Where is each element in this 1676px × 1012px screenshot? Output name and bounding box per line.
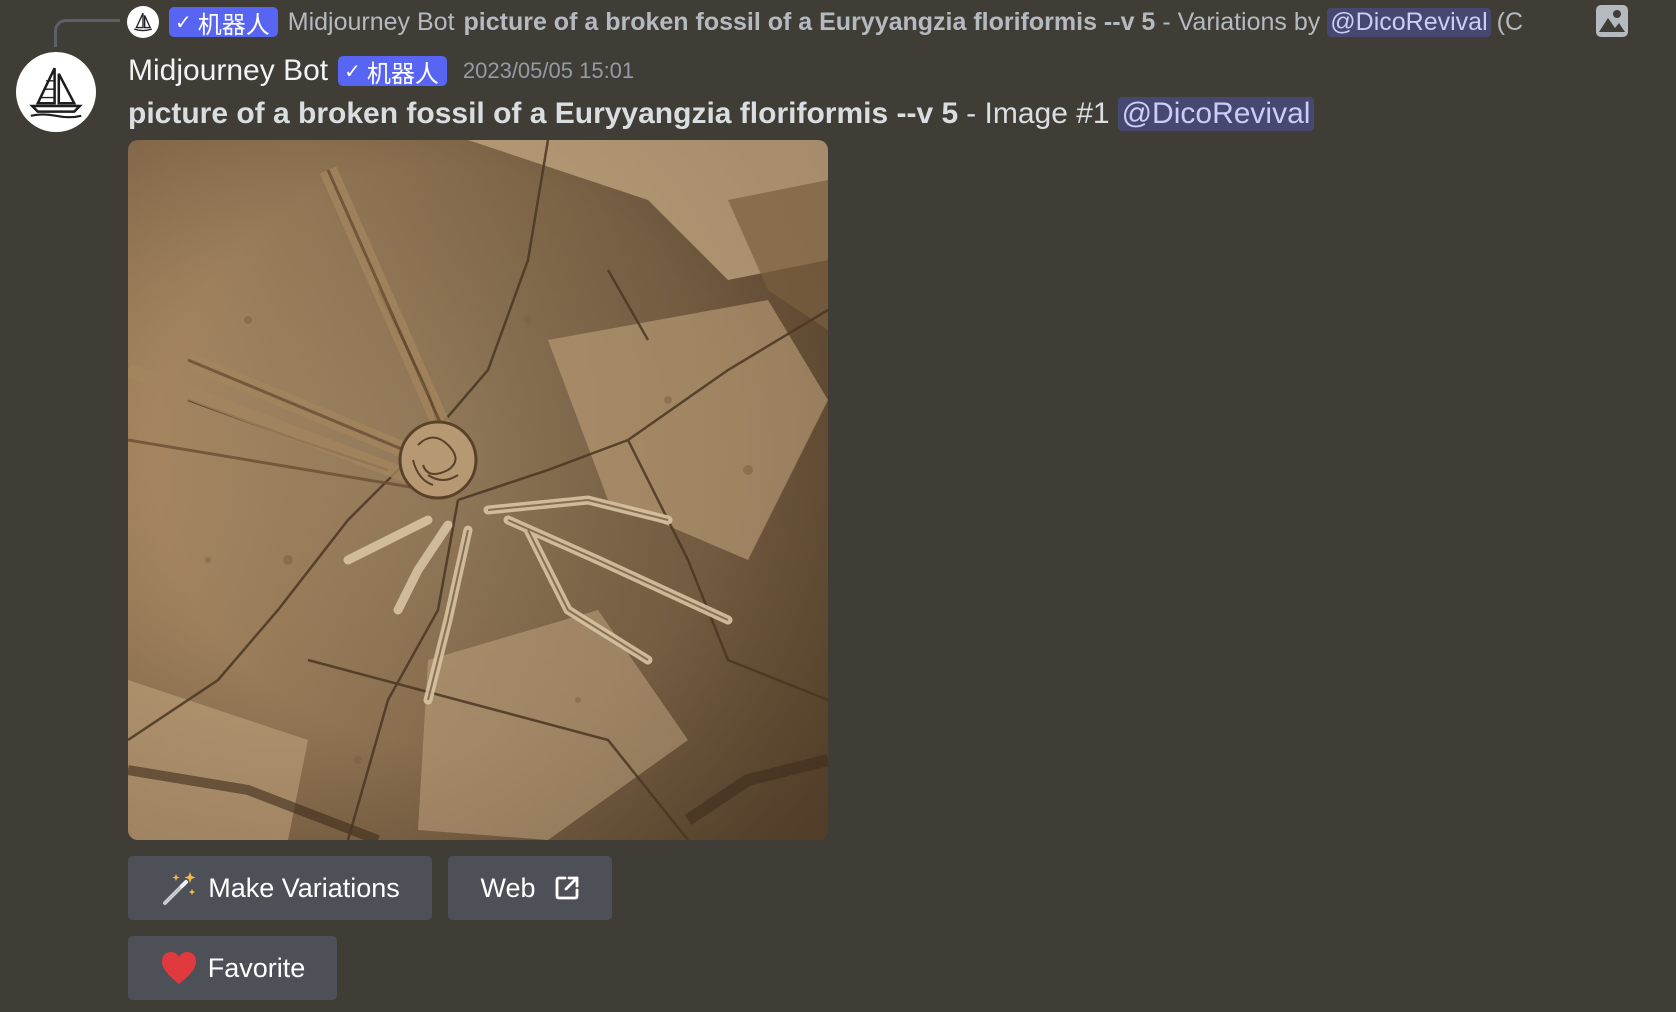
favorite-label: Favorite [207, 952, 306, 983]
bot-badge-label: 机器人 [366, 60, 439, 88]
bot-badge-label: 机器人 [197, 11, 270, 39]
avatar[interactable] [16, 52, 96, 132]
bot-badge: ✓ 机器人 [338, 56, 447, 88]
web-button[interactable]: Web [448, 856, 612, 920]
reply-avatar[interactable] [127, 6, 159, 38]
reply-preview[interactable]: ✓ 机器人 Midjourney Bot picture of a broken… [127, 0, 1676, 44]
external-link-icon [554, 875, 580, 901]
magic-wand-icon [160, 869, 198, 907]
message-suffix: - Image #1 [966, 97, 1110, 130]
reply-suffix: - Variations by [1162, 7, 1321, 36]
sailboat-logo-icon [29, 67, 83, 119]
message-content: picture of a broken fossil of a Euryyang… [128, 92, 1315, 136]
message-timestamp[interactable]: 2023/05/05 15:01 [463, 58, 634, 84]
sailboat-logo-icon [133, 12, 153, 32]
reply-tail: (C [1496, 7, 1524, 36]
reply-mention[interactable]: @DicoRevival [1327, 7, 1491, 37]
message-mention[interactable]: @DicoRevival [1117, 97, 1315, 131]
favorite-button[interactable]: Favorite [128, 936, 337, 1000]
message-author[interactable]: Midjourney Bot [128, 54, 328, 88]
reply-prompt: picture of a broken fossil of a Euryyang… [463, 7, 1156, 36]
checkmark-icon: ✓ [175, 11, 192, 34]
web-label: Web [480, 872, 536, 903]
image-icon[interactable] [1595, 4, 1629, 38]
bot-badge: ✓ 机器人 [169, 7, 278, 39]
image-attachment[interactable] [128, 140, 828, 840]
reply-author[interactable]: Midjourney Bot [288, 8, 455, 37]
reply-connector [54, 19, 120, 47]
fossil-image [128, 140, 828, 840]
message-header: Midjourney Bot ✓ 机器人 2023/05/05 15:01 [128, 50, 634, 92]
make-variations-label: Make Variations [208, 872, 400, 903]
heart-icon [160, 950, 198, 986]
checkmark-icon: ✓ [344, 60, 361, 83]
make-variations-button[interactable]: Make Variations [128, 856, 432, 920]
message-prompt: picture of a broken fossil of a Euryyang… [128, 97, 959, 130]
